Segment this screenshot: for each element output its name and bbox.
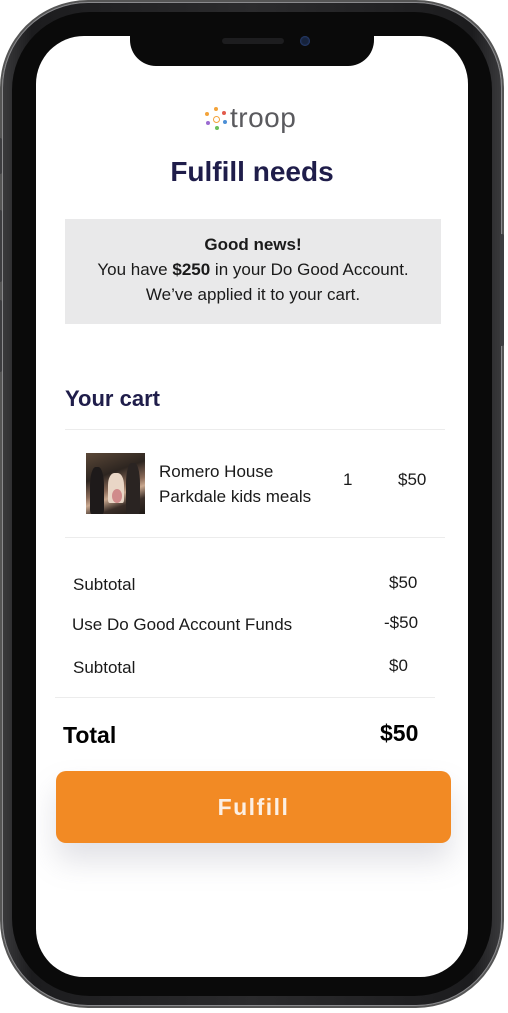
volume-down-button xyxy=(0,300,2,372)
front-camera xyxy=(300,36,310,46)
banner-line-1-prefix: You have xyxy=(97,260,173,279)
summary-final-subtotal-value: $0 xyxy=(389,656,408,675)
account-funds-banner: Good news! You have $250 in your Do Good… xyxy=(65,219,441,324)
app-screen: troop Fulfill needs Good news! You have … xyxy=(36,36,468,977)
power-button xyxy=(500,234,504,346)
volume-up-button xyxy=(0,210,2,282)
banner-heading: Good news! xyxy=(204,235,302,254)
fulfill-button[interactable]: Fulfill xyxy=(56,771,451,843)
total-divider xyxy=(55,697,435,698)
cart-item-quantity: 1 xyxy=(343,470,353,489)
cart-top-divider xyxy=(65,429,445,430)
total-value: $50 xyxy=(380,720,419,746)
cart-item-name-line-2: Parkdale kids meals xyxy=(159,487,312,506)
speaker-grille xyxy=(222,38,284,44)
sparkle-logo-icon xyxy=(202,105,228,131)
banner-line-1-suffix: in your Do Good Account. xyxy=(210,260,409,279)
troop-logo: troop xyxy=(202,102,296,134)
banner-line-2: We’ve applied it to your cart. xyxy=(145,285,361,304)
cart-title: Your cart xyxy=(65,386,160,411)
banner-amount: $250 xyxy=(172,260,211,279)
cart-bottom-divider xyxy=(65,537,445,538)
phone-notch xyxy=(130,26,374,66)
brand-name: troop xyxy=(230,102,297,133)
cart-item-image xyxy=(86,453,145,514)
cart-item-price: $50 xyxy=(398,470,427,489)
banner-line-1: You have $250 in your Do Good Account. xyxy=(65,257,441,282)
mute-switch xyxy=(0,138,2,174)
page-title: Fulfill needs xyxy=(170,156,334,187)
summary-account-funds-label: Use Do Good Account Funds xyxy=(72,615,293,634)
total-label: Total xyxy=(63,722,117,748)
cart-item-name: Romero House Parkdale kids meals xyxy=(159,459,311,509)
cart-item-name-line-1: Romero House xyxy=(159,462,274,481)
summary-account-funds-value: -$50 xyxy=(384,613,419,632)
summary-subtotal-value: $50 xyxy=(389,573,418,592)
summary-final-subtotal-label: Subtotal xyxy=(73,658,136,677)
summary-subtotal-label: Subtotal xyxy=(73,575,136,594)
